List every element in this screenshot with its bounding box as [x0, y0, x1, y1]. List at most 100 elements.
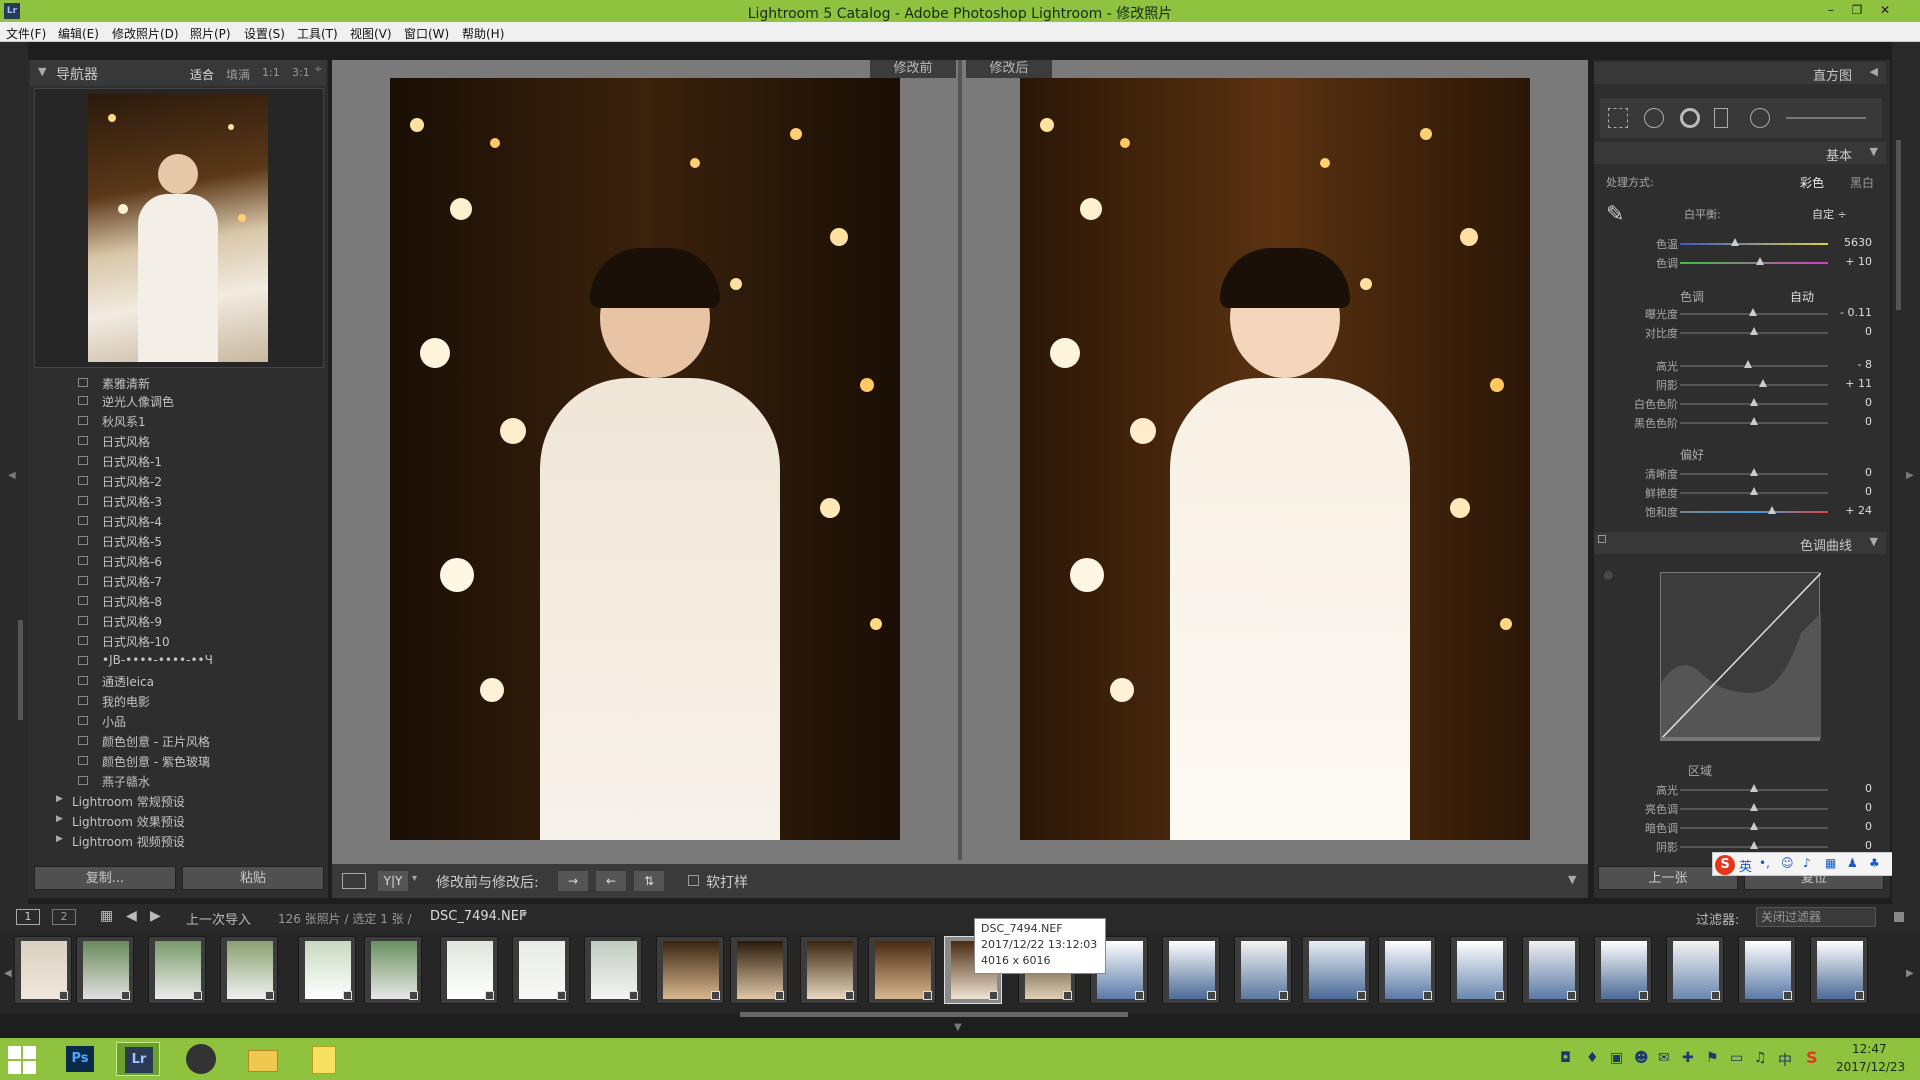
tray-display-icon[interactable]: ▭ [1730, 1050, 1743, 1066]
filmstrip-thumb[interactable] [1234, 936, 1292, 1004]
preset-item[interactable]: 日式风格-3 [60, 492, 320, 510]
histogram-header[interactable]: 直方图 ◀ [1594, 62, 1886, 84]
grid-view-icon[interactable]: ▦ [100, 908, 113, 924]
menu-file[interactable]: 文件(F) [6, 25, 46, 42]
slider-row[interactable]: 色调 + 10 [1600, 255, 1880, 271]
slider-knob[interactable] [1750, 487, 1758, 495]
before-photo[interactable] [390, 78, 900, 840]
slider-row[interactable]: 亮色调 0 [1600, 801, 1880, 817]
preset-item[interactable]: 通透leica [60, 672, 320, 690]
filmstrip-thumb[interactable] [220, 936, 278, 1004]
slider-knob[interactable] [1744, 360, 1753, 368]
view-mode-dropdown-icon[interactable]: ▾ [412, 873, 417, 884]
slider-knob[interactable] [1750, 784, 1758, 792]
window-1-button[interactable]: 1 [16, 909, 40, 925]
tray-app-icon[interactable]: ▣ [1610, 1050, 1623, 1066]
copy-button[interactable]: 复制... [34, 866, 176, 890]
collapse-filmstrip-icon[interactable]: ▼ [954, 1022, 962, 1033]
preset-item[interactable]: 日式风格-5 [60, 532, 320, 550]
copy-after-to-before-icon[interactable]: ← [596, 871, 626, 891]
tray-security-icon[interactable]: ✚ [1682, 1050, 1694, 1066]
toolbar-menu-icon[interactable]: ▼ [1568, 873, 1576, 886]
right-scrollbar[interactable] [1896, 140, 1901, 310]
preset-item[interactable]: 日式风格-10 [60, 632, 320, 650]
filmstrip-thumb[interactable] [1666, 936, 1724, 1004]
filmstrip-thumb[interactable] [364, 936, 422, 1004]
slider-row[interactable]: 暗色调 0 [1600, 820, 1880, 836]
preset-item[interactable]: 日式风格-1 [60, 452, 320, 470]
current-filename[interactable]: DSC_7494.NEF [430, 909, 526, 924]
slider-knob[interactable] [1758, 379, 1767, 387]
close-icon[interactable]: ✕ [1874, 2, 1896, 18]
basic-header[interactable]: 基本 ▼ [1594, 142, 1886, 164]
filmstrip-thumb[interactable] [1302, 936, 1370, 1004]
before-after-view-button[interactable]: Y|Y [378, 871, 408, 891]
treatment-color[interactable]: 彩色 [1800, 174, 1824, 191]
slider-track[interactable] [1680, 365, 1828, 367]
zoom-stepper-icon[interactable]: ÷ [314, 64, 322, 75]
swap-before-after-icon[interactable]: ⇅ [634, 871, 664, 891]
preset-item[interactable]: 日式风格-8 [60, 592, 320, 610]
filmstrip-thumb[interactable] [298, 936, 356, 1004]
preset-item[interactable]: •JB-••••-••••-••Ч [60, 652, 320, 670]
slider-value[interactable]: 0 [1832, 839, 1872, 852]
filmstrip-thumb[interactable] [440, 936, 498, 1004]
filter-dropdown[interactable]: 关闭过滤器 [1756, 907, 1876, 927]
ime-punct-icon[interactable]: •, [1759, 856, 1770, 870]
filmstrip-thumb[interactable] [1450, 936, 1508, 1004]
menu-photo[interactable]: 照片(P) [190, 25, 231, 42]
filename-dropdown-icon[interactable]: ▾ [522, 909, 527, 920]
slider-row[interactable]: 鲜艳度 0 [1600, 485, 1880, 501]
menu-tools[interactable]: 工具(T) [297, 25, 338, 42]
slider-value[interactable]: 0 [1832, 396, 1872, 409]
filmstrip-thumb[interactable] [512, 936, 570, 1004]
slider-knob[interactable] [1750, 398, 1758, 406]
slider-value[interactable]: 0 [1832, 801, 1872, 814]
eyedropper-icon[interactable]: ✎ [1606, 202, 1636, 232]
slider-knob[interactable] [1750, 803, 1758, 811]
tray-flag-icon[interactable]: ⚑ [1706, 1050, 1719, 1066]
spot-removal-icon[interactable] [1644, 108, 1664, 128]
slider-track[interactable] [1680, 262, 1828, 264]
filmstrip-scrollbar[interactable] [740, 1012, 1128, 1017]
radial-filter-icon[interactable] [1750, 108, 1770, 128]
preset-item[interactable]: 颜色创意 - 正片风格 [60, 732, 320, 750]
ime-emoji-icon[interactable]: ☺ [1781, 856, 1794, 870]
slider-row[interactable]: 高光 - 8 [1600, 358, 1880, 374]
preset-item[interactable]: 日式风格-4 [60, 512, 320, 530]
tone-curve-header[interactable]: 色调曲线 ▼ [1594, 532, 1886, 554]
slider-value[interactable]: 0 [1832, 325, 1872, 338]
photoshop-taskbar-icon[interactable]: Ps [58, 1042, 102, 1076]
filmstrip-thumb[interactable] [584, 936, 642, 1004]
filmstrip-thumb[interactable] [730, 936, 788, 1004]
menu-view[interactable]: 视图(V) [350, 25, 392, 42]
ime-skin-icon[interactable]: ♣ [1869, 856, 1880, 870]
filmstrip-thumb[interactable] [800, 936, 858, 1004]
filter-lock-icon[interactable] [1894, 912, 1904, 922]
slider-knob[interactable] [1750, 327, 1758, 335]
filmstrip-thumb[interactable] [1522, 936, 1580, 1004]
preset-item[interactable]: 秋风系1 [60, 412, 320, 430]
slider-value[interactable]: - 8 [1832, 358, 1872, 371]
tray-shield-icon[interactable]: ♦ [1586, 1050, 1599, 1066]
slider-row[interactable]: 清晰度 0 [1600, 466, 1880, 482]
slider-value[interactable]: + 10 [1832, 255, 1872, 268]
slider-knob[interactable] [1755, 257, 1764, 265]
collapse-triangle-icon[interactable]: ▼ [1870, 535, 1878, 548]
preset-item[interactable]: 日式风格 [60, 432, 320, 450]
left-scrollbar[interactable] [18, 620, 23, 720]
navigator-preview[interactable] [88, 94, 268, 362]
sogou-icon[interactable]: S [1715, 855, 1735, 875]
slider-value[interactable]: 0 [1832, 820, 1872, 833]
preset-item[interactable]: 逆光人像调色 [60, 392, 320, 410]
restore-icon[interactable]: ❐ [1846, 2, 1868, 18]
slider-value[interactable]: 5630 [1832, 236, 1872, 249]
preset-item[interactable]: 日式风格-2 [60, 472, 320, 490]
filmstrip-left-icon[interactable]: ◀ [4, 968, 12, 979]
copy-before-to-after-icon[interactable]: → [558, 871, 588, 891]
navigator-collapse-icon[interactable]: ▼ [38, 65, 46, 78]
filmstrip-right-icon[interactable]: ▶ [1906, 968, 1914, 979]
slider-row[interactable]: 饱和度 + 24 [1600, 504, 1880, 520]
ime-voice-icon[interactable]: ♪ [1803, 856, 1811, 870]
filmstrip-thumb[interactable] [868, 936, 936, 1004]
